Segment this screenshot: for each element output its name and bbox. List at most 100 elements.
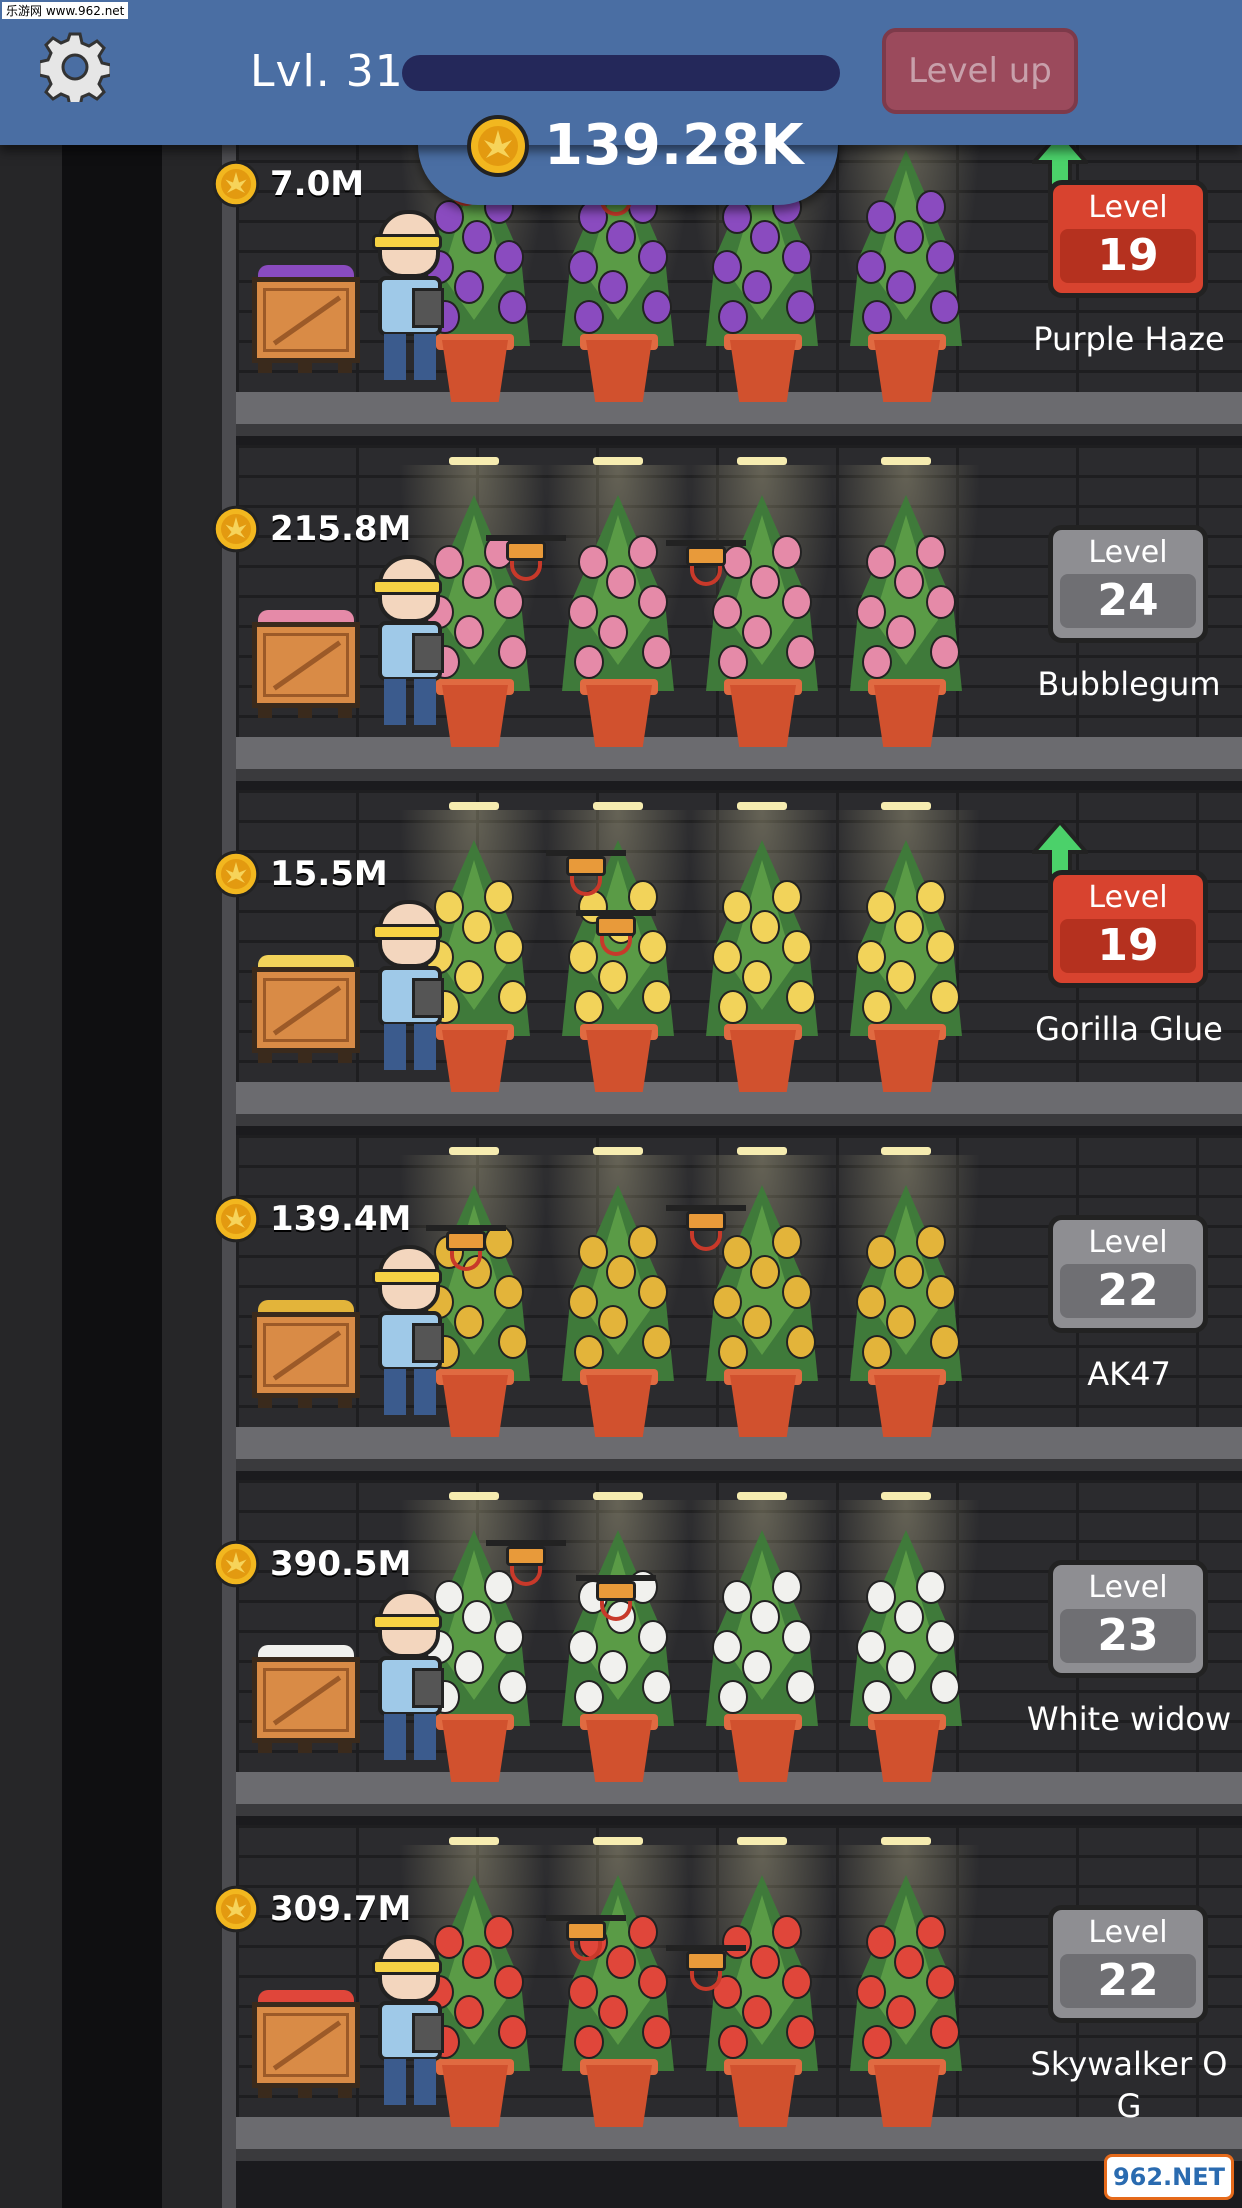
plant-bud [782,585,812,619]
coin-icon [212,850,260,898]
plant-bud [578,1235,608,1269]
plant-pot [730,1375,796,1437]
plant-pot [586,1030,652,1092]
floor-level-button[interactable]: Level 24 [1048,525,1208,643]
plant-bud [786,635,816,669]
harvest-crate[interactable] [252,1645,360,1755]
worker-character[interactable] [364,555,460,730]
plant-bud [718,1680,748,1714]
earnings-value: 139.4M [270,1199,412,1239]
worker-character[interactable] [364,210,460,385]
crate-legs [258,1743,354,1753]
cannabis-plant[interactable] [846,1175,966,1437]
plant-bud [866,1235,896,1269]
cannabis-plant[interactable] [702,1865,822,2127]
plant-pot [874,1375,940,1437]
cannabis-plant[interactable] [702,1520,822,1782]
cannabis-plant[interactable] [558,1865,678,2127]
grow-lamp [593,1147,643,1155]
plant-bud [772,880,802,914]
floor-level-button[interactable]: Level 23 [1048,1560,1208,1678]
harvest-crate[interactable] [252,955,360,1065]
cannabis-plant[interactable] [558,1520,678,1782]
plant-bud [722,200,752,234]
plant-pot [586,685,652,747]
cannabis-plant[interactable] [702,485,822,747]
plant-bud [930,1670,960,1704]
cannabis-plant[interactable] [846,485,966,747]
drone-body [596,916,636,936]
plant-bud [598,270,628,304]
plant-bud [862,300,892,334]
crate-box [252,1312,360,1398]
floor-level-button[interactable]: Level 19 [1048,180,1208,298]
drone-claw [570,876,602,896]
cannabis-plant[interactable] [846,830,966,1092]
plant-bud [750,220,780,254]
plant-bud [712,595,742,629]
floor-level-button[interactable]: Level 22 [1048,1905,1208,2023]
plant-bud [926,585,956,619]
settings-gear-icon[interactable] [40,32,110,102]
grow-lamp [737,1492,787,1500]
level-number: 19 [1060,919,1196,973]
plant-bud [642,1670,672,1704]
harvest-crate[interactable] [252,1300,360,1410]
cannabis-plant[interactable] [702,830,822,1092]
plant-bud [712,1630,742,1664]
plant-bud [866,200,896,234]
clipboard-icon [412,978,444,1018]
plant-bud [578,545,608,579]
harvest-crate[interactable] [252,610,360,720]
cannabis-plant[interactable] [558,1175,678,1437]
level-number: 22 [1060,1954,1196,2008]
grow-lamp [449,1837,499,1845]
plant-bud [862,1680,892,1714]
drone-claw [600,1601,632,1621]
plant-bud [894,1945,924,1979]
drone-body [686,1951,726,1971]
plant-bud [484,1915,514,1949]
worker-glasses [372,1614,442,1630]
plant-bud [742,615,772,649]
floor-level-button[interactable]: Level 19 [1048,870,1208,988]
harvest-crate[interactable] [252,1990,360,2100]
worker-legs [384,2059,436,2105]
plant-bud [628,880,658,914]
cannabis-plant[interactable] [846,1520,966,1782]
plant-bud [782,240,812,274]
grow-lamp [593,802,643,810]
worker-character[interactable] [364,900,460,1075]
plant-pot [730,2065,796,2127]
plant-bud [494,1965,524,1999]
plant-bud [930,635,960,669]
cannabis-plant[interactable] [846,1865,966,2127]
floor-level-button[interactable]: Level 22 [1048,1215,1208,1333]
grow-lamp [737,1837,787,1845]
grow-lamp [881,1837,931,1845]
plant-bud [598,1650,628,1684]
worker-glasses [372,1959,442,1975]
harvest-crate[interactable] [252,265,360,375]
plant-bud [598,1305,628,1339]
plant-bud [722,1580,752,1614]
plant-bud [642,980,672,1014]
drone-claw [600,936,632,956]
harvest-drone [666,1945,746,1993]
worker-character[interactable] [364,1245,460,1420]
plant-bud [494,1620,524,1654]
plant-bud [712,250,742,284]
cannabis-plant[interactable] [846,140,966,402]
level-up-button[interactable]: Level up [882,28,1078,114]
crate-box [252,1657,360,1743]
clipboard-icon [412,2013,444,2053]
worker-character[interactable] [364,1590,460,1765]
coin-icon [212,505,260,553]
worker-character[interactable] [364,1935,460,2110]
plant-bud [498,290,528,324]
plant-bud [712,1285,742,1319]
plant-bud [494,240,524,274]
worker-legs [384,1369,436,1415]
cannabis-plant[interactable] [558,485,678,747]
drone-body [686,1211,726,1231]
